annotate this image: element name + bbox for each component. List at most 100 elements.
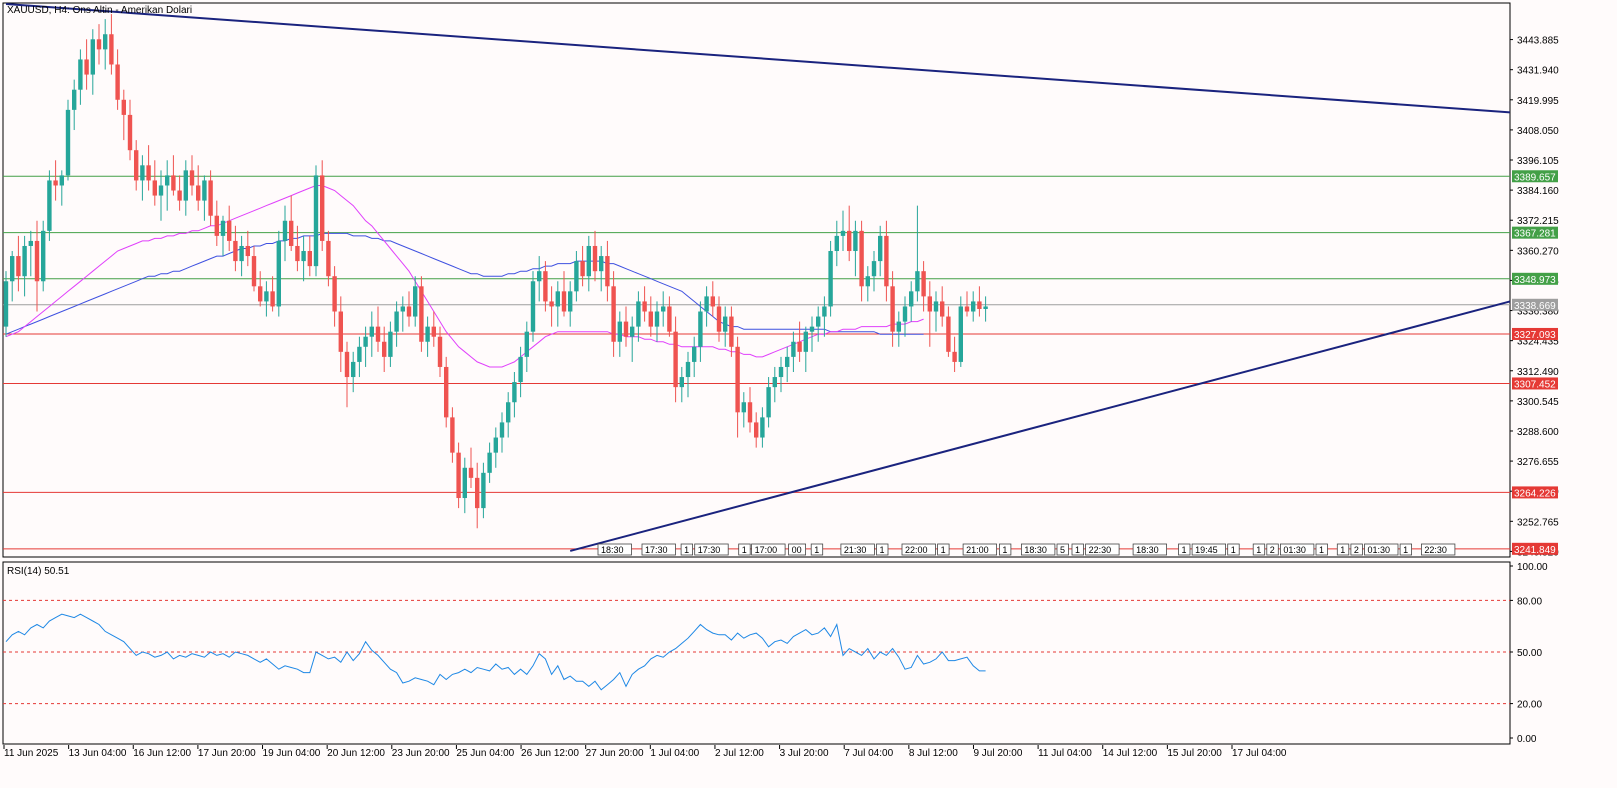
candle-body-down [146, 165, 151, 181]
candle-body-down [189, 170, 195, 186]
price-tick-label: 3252.765 [1517, 517, 1559, 528]
event-tag-label: 22:30 [1424, 545, 1447, 555]
event-tag-label: 1 [1403, 545, 1408, 555]
candle-body-down [251, 256, 257, 287]
candle-body-down [964, 306, 970, 312]
candle-body-down [96, 39, 102, 50]
candle-body-down [406, 306, 412, 317]
event-tag-label: 21:00 [966, 545, 989, 555]
candle-body-up [816, 316, 821, 327]
event-tag-label: 22:30 [1089, 545, 1112, 555]
candle-body-down [847, 230, 852, 252]
time-tick-label: 17 Jul 04:00 [1232, 748, 1287, 759]
candle-body-up [574, 261, 579, 292]
candle-body-up [809, 326, 815, 332]
candle-body-up [617, 321, 622, 342]
event-tag-label: 5 [1060, 545, 1065, 555]
candle-body-up [357, 346, 362, 362]
candle-body-down [307, 251, 312, 267]
candle-body-down [729, 316, 734, 347]
candle-body-up [778, 366, 784, 378]
candle-body-up [685, 361, 691, 378]
candle-body-down [375, 326, 381, 342]
candle-body-up [462, 467, 467, 499]
time-tick-label: 16 Jun 12:00 [133, 748, 191, 759]
time-tick-label: 13 Jun 04:00 [69, 748, 127, 759]
candle-body-up [264, 291, 269, 302]
time-tick-label: 15 Jul 20:00 [1167, 748, 1222, 759]
candle-body-down [233, 240, 238, 262]
candle-body-down [977, 301, 982, 309]
rsi-tick-label: 100.00 [1517, 562, 1548, 573]
candle-body-down [580, 261, 585, 277]
candle-body-up [630, 326, 635, 337]
candle-body-up [555, 291, 560, 307]
candle-body-up [59, 175, 64, 186]
candle-body-down [450, 417, 455, 453]
event-tag-label: 1 [1182, 545, 1187, 555]
price-tick-label: 3312.490 [1517, 367, 1559, 378]
candle-body-up [499, 422, 505, 438]
candle-body-up [537, 271, 542, 282]
candle-body-up [103, 34, 108, 50]
candle-body-up [878, 235, 883, 262]
candle-body-down [34, 240, 40, 282]
candle-body-down [735, 346, 740, 413]
event-tag-label: 17:00 [755, 545, 778, 555]
candle-body-up [958, 306, 963, 362]
price-level-label: 3338.669 [1514, 301, 1556, 312]
candle-body-up [388, 331, 393, 357]
event-tag-label: 21:30 [844, 545, 867, 555]
time-tick-label: 11 Jun 2025 [4, 748, 59, 759]
candle-body-up [828, 251, 833, 307]
candle-body-up [791, 341, 796, 357]
candle-body-down [611, 286, 616, 342]
candle-body-down [667, 306, 672, 332]
price-tick-label: 3443.885 [1517, 36, 1559, 47]
candle-body-up [65, 109, 71, 176]
candle-body-down [946, 316, 951, 352]
event-tag-label: 19:45 [1195, 545, 1218, 555]
candle-body-down [332, 276, 337, 312]
time-tick-label: 19 Jun 04:00 [263, 748, 321, 759]
candle-body-up [202, 180, 207, 201]
candle-body-down [437, 336, 443, 367]
candle-body-down [605, 256, 610, 287]
candle-body-up [183, 170, 188, 201]
event-tags: 18:30 17:30 1 17:30 1 17:00 00 1 21:30 1 22:00 1 21:… [597, 543, 1456, 556]
candle-body-up [723, 316, 728, 332]
candle-body-up [840, 230, 846, 236]
candle-body-up [902, 306, 908, 322]
candle-body-down [344, 351, 350, 378]
rsi-title: RSI(14) 50.51 [7, 566, 70, 577]
candle-body-down [214, 215, 219, 236]
price-level-label: 3307.452 [1514, 379, 1556, 390]
candle-body-up [586, 245, 591, 277]
candle-body-down [884, 235, 889, 287]
candle-body-up [853, 230, 858, 252]
candle-body-up [506, 402, 511, 423]
event-tag-label: 2 [1270, 545, 1275, 555]
candle-body-down [747, 402, 753, 423]
candle-body-down [648, 311, 653, 327]
candle-body-up [971, 301, 976, 312]
time-tick-label: 14 Jul 12:00 [1103, 748, 1158, 759]
price-tick-label: 3360.270 [1517, 246, 1559, 257]
candle-body-up [351, 361, 356, 378]
candle-body-down [171, 175, 176, 191]
candle-body-up [661, 306, 666, 312]
candle-body-up [636, 301, 641, 327]
candle-body-up [896, 321, 901, 332]
candle-body-up [140, 165, 145, 181]
rsi-plot-frame [2, 561, 1511, 745]
candle-body-up [909, 291, 914, 307]
candle-body-down [754, 422, 759, 438]
candle-body-up [413, 286, 418, 317]
candle-body-down [890, 286, 895, 332]
candle-body-down [419, 286, 424, 342]
chart-title: XAUUSD, H4: Ons Altin - Amerikan Dolari [7, 5, 192, 16]
chart-window: 3443.885 3431.940 3419.995 3408.050 3396.105… [0, 0, 1617, 788]
event-tag-label: 1 [1002, 545, 1007, 555]
candle-body-down [797, 341, 802, 352]
candle-body-up [239, 245, 244, 262]
